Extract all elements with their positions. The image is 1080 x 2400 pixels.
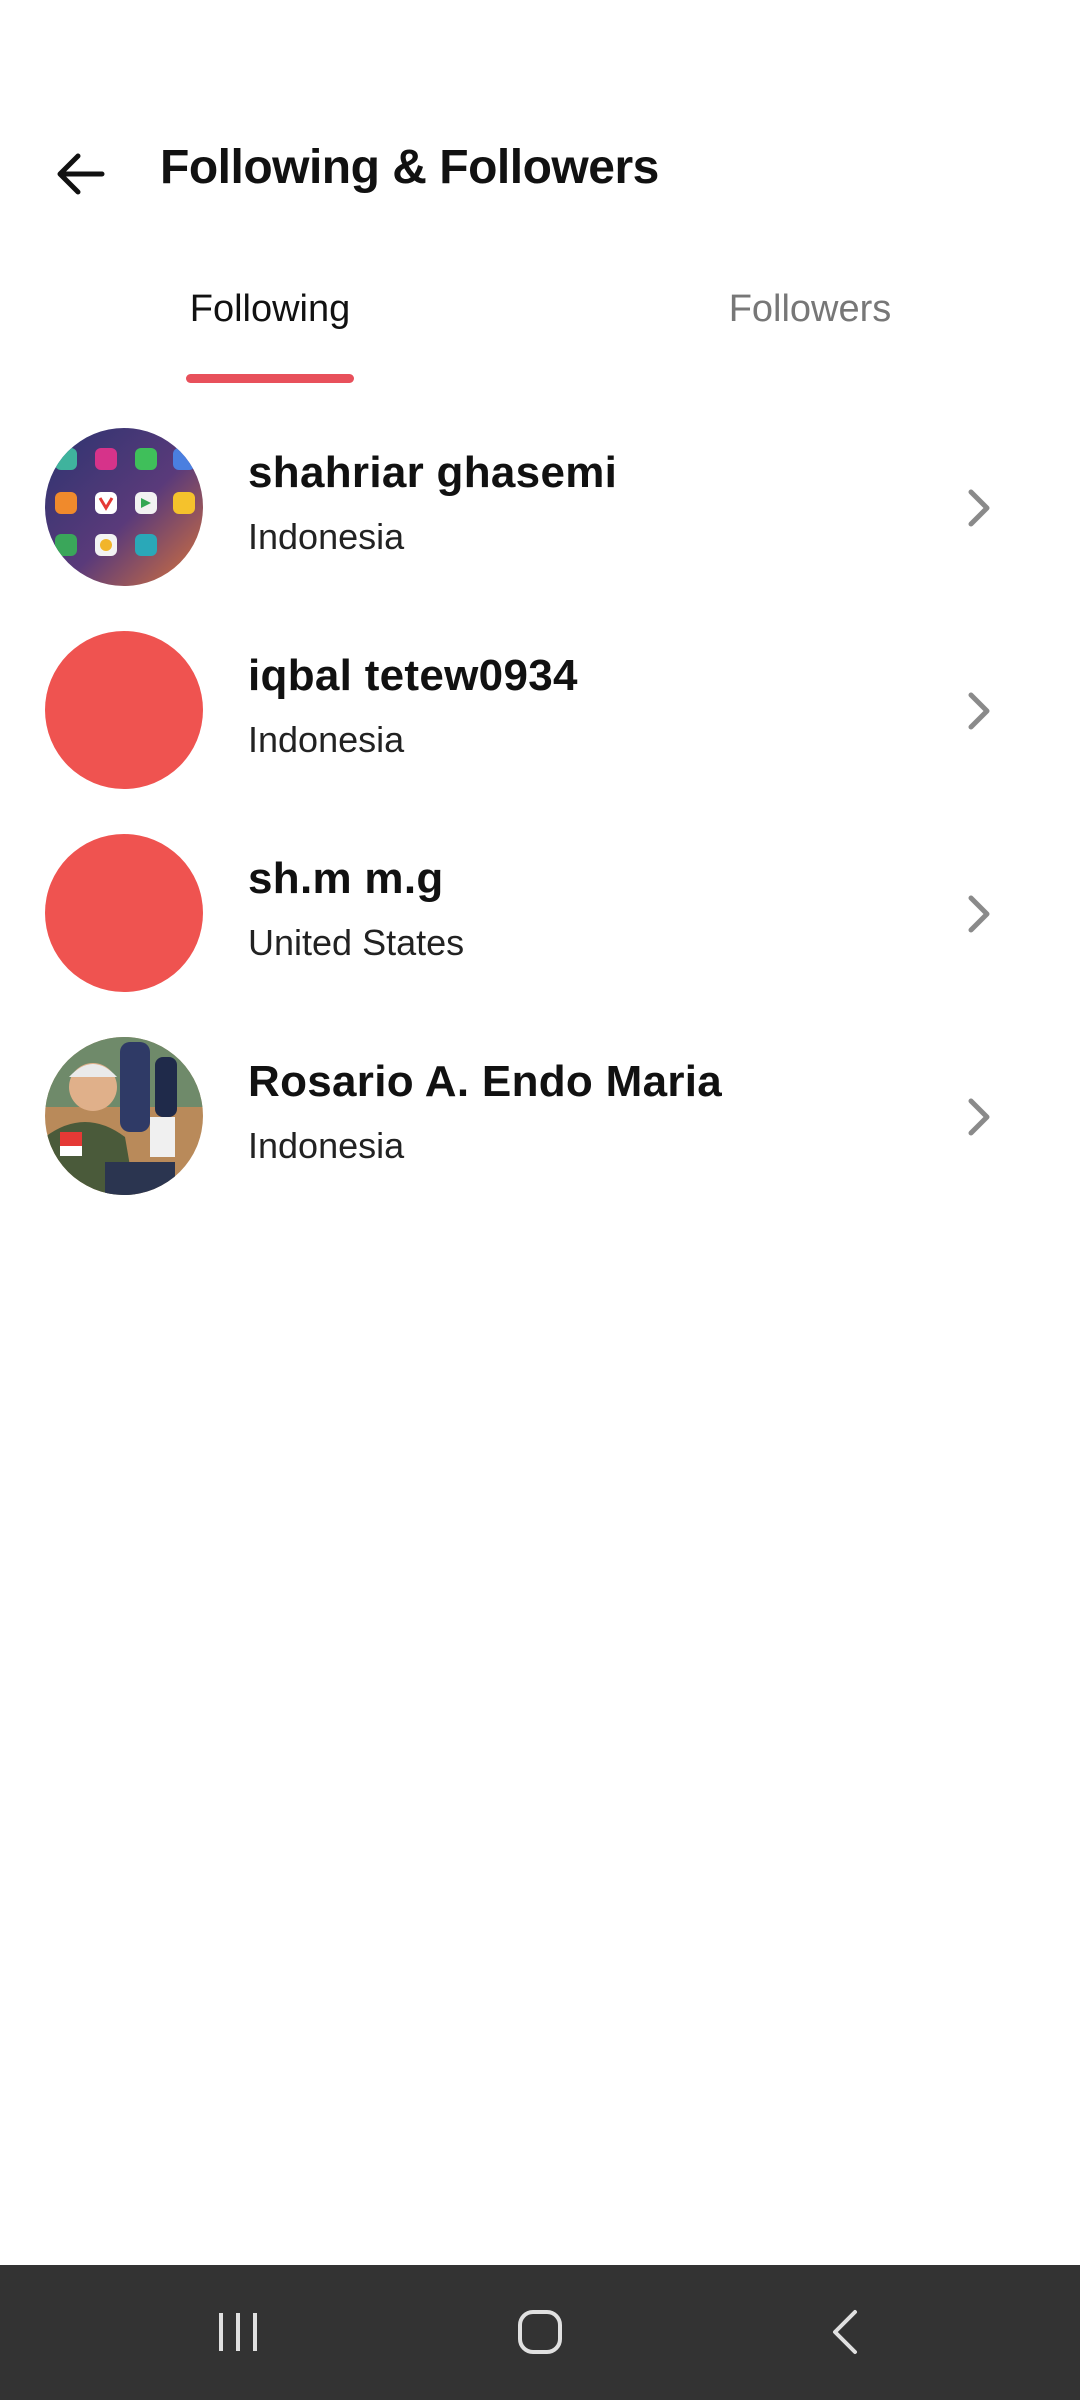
chevron-right-icon bbox=[968, 1098, 990, 1136]
list-item[interactable]: shahriar ghasemi Indonesia bbox=[0, 418, 1080, 621]
user-country: Indonesia bbox=[248, 516, 405, 557]
avatar bbox=[45, 428, 203, 586]
system-nav-bar bbox=[0, 2265, 1080, 2400]
app-header: Following & Followers bbox=[0, 110, 1080, 230]
tab-following[interactable]: Following bbox=[140, 270, 400, 385]
back-icon bbox=[833, 2310, 857, 2354]
user-name: sh.m m.g bbox=[248, 854, 444, 903]
following-list: shahriar ghasemi Indonesia iqbal tetew09… bbox=[0, 418, 1080, 1230]
chevron-right-icon bbox=[968, 692, 990, 730]
avatar bbox=[45, 1037, 203, 1195]
page-title: Following & Followers bbox=[160, 141, 659, 194]
person-avatar-image bbox=[45, 1037, 203, 1195]
app-grid-avatar-image bbox=[45, 428, 203, 586]
recents-button[interactable] bbox=[193, 2297, 283, 2367]
home-button[interactable] bbox=[495, 2297, 585, 2367]
tab-followers[interactable]: Followers bbox=[680, 270, 940, 385]
user-name: Rosario A. Endo Maria bbox=[248, 1057, 723, 1106]
back-button[interactable] bbox=[40, 134, 120, 214]
user-country: Indonesia bbox=[248, 719, 405, 760]
user-name: iqbal tetew0934 bbox=[248, 651, 578, 700]
avatar bbox=[45, 834, 203, 992]
list-item[interactable]: sh.m m.g United States bbox=[0, 824, 1080, 1027]
chevron-right-icon bbox=[968, 489, 990, 527]
avatar bbox=[45, 631, 203, 789]
list-item[interactable]: iqbal tetew0934 Indonesia bbox=[0, 621, 1080, 824]
list-item[interactable]: Rosario A. Endo Maria Indonesia bbox=[0, 1027, 1080, 1230]
user-country: Indonesia bbox=[248, 1125, 405, 1166]
tab-followers-label: Followers bbox=[728, 288, 892, 330]
recents-icon bbox=[219, 2313, 257, 2351]
tab-following-label: Following bbox=[189, 288, 351, 330]
system-back-button[interactable] bbox=[800, 2297, 890, 2367]
tab-bar: Following Followers bbox=[0, 270, 1080, 385]
chevron-right-icon bbox=[968, 895, 990, 933]
user-country: United States bbox=[248, 922, 465, 963]
user-name: shahriar ghasemi bbox=[248, 448, 618, 497]
home-icon bbox=[518, 2310, 562, 2354]
arrow-left-icon bbox=[57, 153, 105, 195]
following-followers-screen: Following & Followers Following Follower… bbox=[0, 0, 1080, 2400]
active-tab-indicator bbox=[186, 374, 354, 383]
